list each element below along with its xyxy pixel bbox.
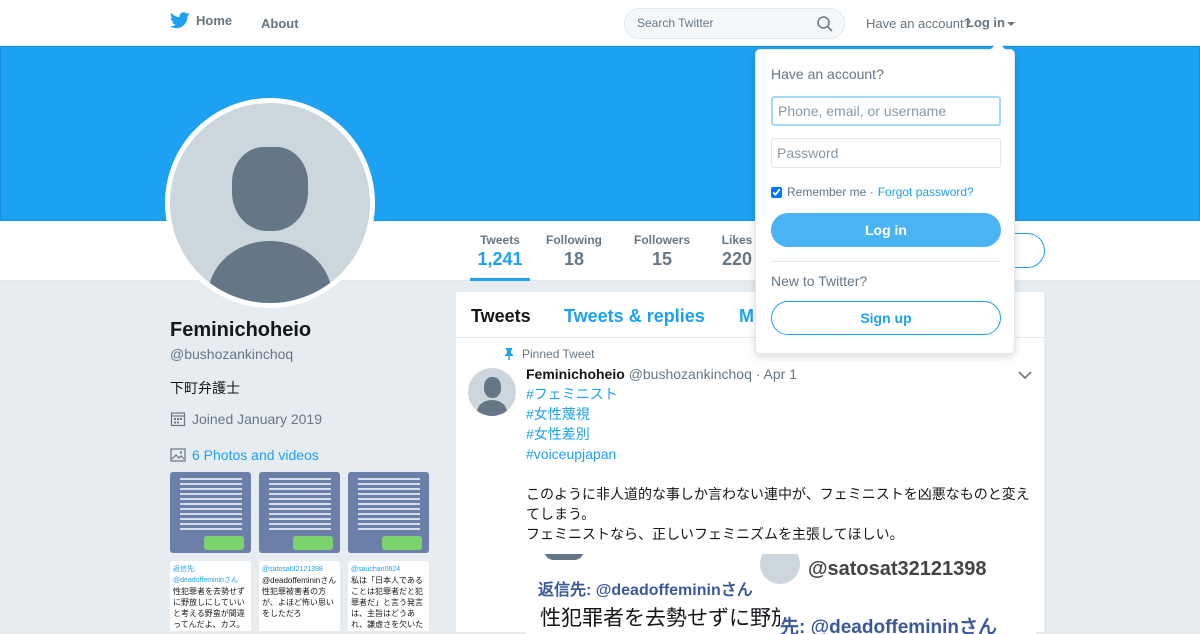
new-to-twitter-text: New to Twitter? xyxy=(771,273,868,289)
thumb-text-head: @satosat32121398 xyxy=(262,566,323,573)
nav-home-link[interactable]: Home xyxy=(170,12,232,29)
twitter-bird-icon xyxy=(170,12,190,29)
media-thumbnail[interactable] xyxy=(170,472,251,553)
chevron-down-icon[interactable] xyxy=(1018,370,1032,380)
pinned-tweet-label: Pinned Tweet xyxy=(504,347,595,361)
tab-tweets[interactable]: Tweets xyxy=(471,306,531,327)
remember-me-label[interactable]: Remember me · xyxy=(787,185,874,199)
stat-value: 1,241 xyxy=(477,249,523,269)
media-thumbnail[interactable]: 返信先: @deadoffemininさん 性犯罪者を去勢せずに野放しにしていい… xyxy=(170,561,251,631)
stat-label: Following xyxy=(546,233,602,247)
default-avatar-icon xyxy=(170,103,370,303)
image-icon xyxy=(170,448,186,462)
profile-name[interactable]: Feminichoheio xyxy=(170,319,311,342)
profile-handle[interactable]: @bushozankinchoq xyxy=(170,346,293,362)
signup-button[interactable]: Sign up xyxy=(771,301,1001,335)
stat-followers[interactable]: Followers 15 xyxy=(632,233,692,270)
media-handle: @satosat32121398 xyxy=(808,558,987,580)
hashtag-link[interactable]: #女性差別 xyxy=(526,424,1036,444)
hashtag-link[interactable]: #女性蔑視 xyxy=(526,404,1036,424)
password-field[interactable] xyxy=(771,138,1001,168)
media-reply-head: 返信先: @deadoffemininさん xyxy=(538,582,753,599)
tweet-author-name[interactable]: Feminichoheio xyxy=(526,366,625,382)
search-icon[interactable] xyxy=(817,16,833,32)
profile-bio: 下町弁護士 xyxy=(170,380,240,396)
thumb-text: 性犯罪者を去勢せずに野放しにしていいと考える野蛮が間違ってんだよ、カス。新たな被… xyxy=(173,587,245,629)
nav-home-label: Home xyxy=(196,13,233,28)
tweet-media-image[interactable]: @satosat32121398 先: @deadoffemininさん xyxy=(760,554,1036,634)
joined-date: Joined January 2019 xyxy=(170,411,322,427)
remember-me-checkbox[interactable] xyxy=(771,186,782,198)
tab-tweets-replies[interactable]: Tweets & replies xyxy=(564,306,705,327)
top-navigation-bar: Home About Have an account? Log in xyxy=(0,0,1200,46)
thumb-text: @deadoffemininさん 性犯罪被害者の方が、よほど怖い思いをしただろ xyxy=(262,576,337,618)
media-thumbnail[interactable] xyxy=(259,472,340,553)
tweet-paragraph: このように非人道的な事しか言わない連中が、フェミニストを凶悪なものと変えてしまう… xyxy=(526,486,1030,522)
thumb-text-head: 返信先: @deadoffemininさん xyxy=(173,566,238,584)
photos-videos-link[interactable]: 6 Photos and videos xyxy=(170,447,319,463)
remember-row: Remember me · Forgot password? xyxy=(771,185,974,199)
media-text: 性犯罪者を去勢せずに野放 xyxy=(540,607,792,630)
stat-label: Likes xyxy=(721,233,753,247)
tweet-media[interactable]: 返信先: @deadoffemininさん 性犯罪者を去勢せずに野放 @sato… xyxy=(526,554,1036,634)
photos-videos-label: 6 Photos and videos xyxy=(192,447,319,463)
media-reply-head: 先: @deadoffemininさん xyxy=(780,617,997,634)
login-dropdown-toggle[interactable]: Log in xyxy=(966,15,1015,30)
thumb-text-head: @sauchan0624 xyxy=(351,566,401,573)
login-dropdown: Have an account? Remember me · Forgot pa… xyxy=(755,42,1015,354)
login-button[interactable]: Log in xyxy=(771,213,1001,247)
stat-value: 15 xyxy=(651,249,673,269)
stat-value: 220 xyxy=(721,249,753,269)
stat-label: Followers xyxy=(633,233,690,247)
tweet-header: Feminichoheio @bushozankinchoq · Apr 1 xyxy=(526,366,797,382)
login-link-label: Log in xyxy=(966,15,1005,30)
tweet-date[interactable]: · Apr 1 xyxy=(756,366,797,382)
stat-value: 18 xyxy=(563,249,585,269)
hashtag-link[interactable]: #フェミニスト xyxy=(526,384,1036,404)
nav-about-link[interactable]: About xyxy=(261,16,299,31)
have-account-text: Have an account? xyxy=(866,16,971,31)
media-thumbnail[interactable]: @satosat32121398 @deadoffemininさん 性犯罪被害者… xyxy=(259,561,340,631)
stat-following[interactable]: Following 18 xyxy=(544,233,604,270)
tab-media[interactable]: M xyxy=(739,306,754,327)
tweet-media-image[interactable]: 返信先: @deadoffemininさん 性犯罪者を去勢せずに野放 xyxy=(526,554,792,634)
media-thumbnail[interactable]: @sauchan0624 私は「日本人であることは犯罪者だと犯罪者だ」と言う発言… xyxy=(348,561,429,631)
tweet-text: #フェミニスト #女性蔑視 #女性差別 #voiceupjapan このように非… xyxy=(526,384,1036,544)
divider xyxy=(771,261,1001,262)
stat-likes[interactable]: Likes 220 xyxy=(717,233,757,270)
hashtag-link[interactable]: #voiceupjapan xyxy=(526,444,1036,464)
search-input[interactable] xyxy=(637,16,807,30)
dropdown-title: Have an account? xyxy=(771,66,884,82)
dropdown-arrow xyxy=(990,42,1006,50)
tweet-avatar[interactable] xyxy=(468,368,516,416)
thumb-text: 私は「日本人であることは犯罪者だと犯罪者だ」と言う発言は、主旨はどうあれ、謙虚さ… xyxy=(351,576,424,629)
tweet-author-handle[interactable]: @bushozankinchoq xyxy=(629,366,752,382)
profile-avatar[interactable] xyxy=(165,98,375,308)
caret-down-icon xyxy=(1007,21,1015,26)
tweet-paragraph: フェミニストなら、正しいフェミニズムを主張してほしい。 xyxy=(526,526,904,542)
username-field[interactable] xyxy=(771,96,1001,126)
search-box[interactable] xyxy=(624,8,845,39)
joined-text: Joined January 2019 xyxy=(192,411,322,427)
forgot-password-link[interactable]: Forgot password? xyxy=(878,185,974,199)
stat-label: Tweets xyxy=(480,233,520,247)
calendar-icon xyxy=(170,412,186,427)
media-thumbnail[interactable] xyxy=(348,472,429,553)
pin-icon xyxy=(505,348,513,360)
stat-tweets[interactable]: Tweets 1,241 xyxy=(470,233,530,281)
pinned-text: Pinned Tweet xyxy=(522,347,595,361)
